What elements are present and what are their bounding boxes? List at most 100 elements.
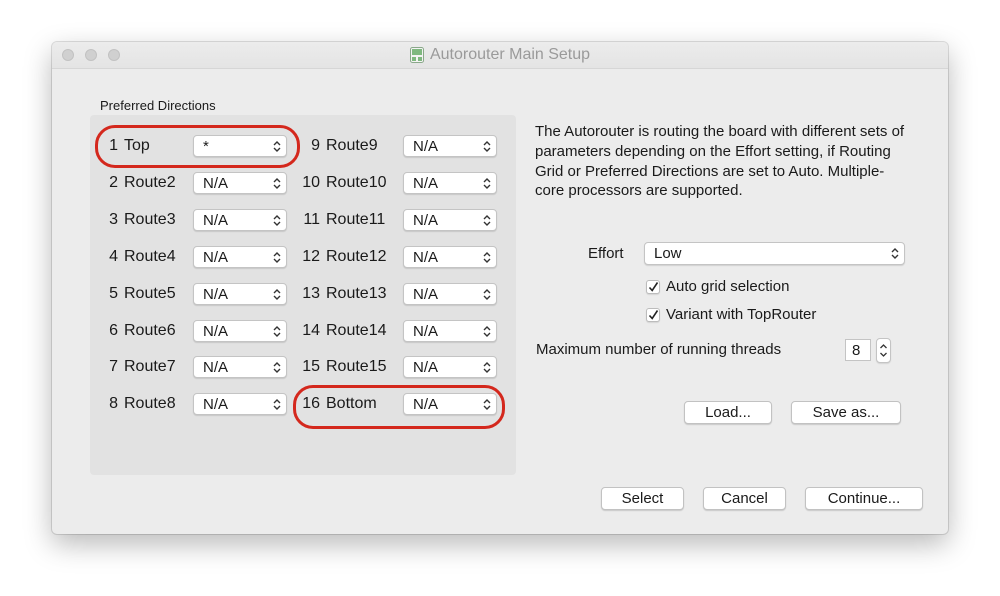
layer-name: Route12 <box>326 248 387 265</box>
layer-name: Route9 <box>326 137 378 154</box>
layer-row: 8 Route8 <box>106 392 176 416</box>
updown-chevron-icon <box>483 362 491 373</box>
autorouter-setup-dialog: Autorouter Main Setup Preferred Directio… <box>52 42 948 534</box>
layer-name: Route7 <box>124 358 176 375</box>
updown-chevron-icon <box>273 141 281 152</box>
effort-select[interactable]: Low <box>644 242 905 265</box>
direction-select-route9[interactable]: N/A <box>403 135 497 157</box>
direction-select-top[interactable]: * <box>193 135 287 157</box>
select-value: N/A <box>413 358 439 376</box>
layer-name: Top <box>124 137 150 154</box>
layer-name: Route8 <box>124 395 176 412</box>
direction-select-route3[interactable]: N/A <box>193 209 287 231</box>
layer-row: 16 Bottom <box>299 392 377 416</box>
auto-grid-checkbox[interactable] <box>646 280 660 294</box>
select-value: N/A <box>203 358 229 376</box>
layer-row: 6 Route6 <box>106 319 176 343</box>
direction-select-route8[interactable]: N/A <box>193 393 287 415</box>
layer-number: 1 <box>109 137 118 154</box>
direction-select-route12[interactable]: N/A <box>403 246 497 268</box>
threads-label: Maximum number of running threads <box>536 341 782 358</box>
layer-name: Route14 <box>326 322 387 339</box>
layer-row: 1 Top <box>106 134 150 158</box>
auto-grid-label[interactable]: Auto grid selection <box>666 278 789 295</box>
layer-row: 13 Route13 <box>299 282 387 306</box>
updown-chevron-icon <box>273 399 281 410</box>
layer-row: 15 Route15 <box>299 355 387 379</box>
select-value: N/A <box>413 285 439 303</box>
select-value: N/A <box>413 174 439 192</box>
autorouter-description: The Autorouter is routing the board with… <box>535 123 905 200</box>
layer-row: 7 Route7 <box>106 355 176 379</box>
layer-number: 2 <box>109 174 118 191</box>
layer-name: Route3 <box>124 211 176 228</box>
layer-name: Route10 <box>326 174 387 191</box>
layer-row: 9 Route9 <box>299 134 378 158</box>
app-icon <box>409 47 424 63</box>
updown-chevron-icon <box>273 362 281 373</box>
layer-number: 9 <box>311 137 320 154</box>
direction-select-route5[interactable]: N/A <box>193 283 287 305</box>
select-value: N/A <box>413 322 439 340</box>
direction-select-route7[interactable]: N/A <box>193 356 287 378</box>
direction-select-route13[interactable]: N/A <box>403 283 497 305</box>
layer-number: 10 <box>302 174 320 191</box>
continue-button[interactable]: Continue... <box>805 487 923 510</box>
layer-name: Bottom <box>326 395 377 412</box>
direction-select-route11[interactable]: N/A <box>403 209 497 231</box>
layer-row: 12 Route12 <box>299 245 387 269</box>
updown-chevron-icon <box>273 215 281 226</box>
direction-select-route4[interactable]: N/A <box>193 246 287 268</box>
layer-number: 16 <box>302 395 320 412</box>
select-value: N/A <box>413 248 439 266</box>
layer-row: 4 Route4 <box>106 245 176 269</box>
variant-toprouter-label[interactable]: Variant with TopRouter <box>666 306 816 323</box>
updown-chevron-icon <box>273 326 281 337</box>
layer-name: Route5 <box>124 285 176 302</box>
select-value: N/A <box>203 174 229 192</box>
layer-number: 3 <box>109 211 118 228</box>
direction-select-route6[interactable]: N/A <box>193 320 287 342</box>
select-value: * <box>203 137 209 155</box>
layer-row: 3 Route3 <box>106 208 176 232</box>
direction-select-route10[interactable]: N/A <box>403 172 497 194</box>
threads-field[interactable]: 8 <box>845 339 871 361</box>
direction-select-route14[interactable]: N/A <box>403 320 497 342</box>
layer-number: 7 <box>109 358 118 375</box>
updown-chevron-icon <box>483 289 491 300</box>
updown-chevron-icon <box>273 252 281 263</box>
save-as-button[interactable]: Save as... <box>791 401 901 424</box>
updown-chevron-icon <box>891 248 899 259</box>
threads-stepper[interactable] <box>876 338 891 363</box>
layer-number: 8 <box>109 395 118 412</box>
updown-chevron-icon <box>483 178 491 189</box>
layer-name: Route4 <box>124 248 176 265</box>
variant-toprouter-checkbox[interactable] <box>646 308 660 322</box>
updown-chevron-icon <box>483 399 491 410</box>
select-button[interactable]: Select <box>601 487 684 510</box>
layer-name: Route15 <box>326 358 387 375</box>
updown-chevron-icon <box>483 326 491 337</box>
direction-select-route2[interactable]: N/A <box>193 172 287 194</box>
cancel-button[interactable]: Cancel <box>703 487 786 510</box>
select-value: N/A <box>203 285 229 303</box>
direction-select-bottom[interactable]: N/A <box>403 393 497 415</box>
title-bar: Autorouter Main Setup <box>52 42 948 69</box>
direction-select-route15[interactable]: N/A <box>403 356 497 378</box>
layer-row: 5 Route5 <box>106 282 176 306</box>
layer-number: 5 <box>109 285 118 302</box>
updown-chevron-icon <box>483 252 491 263</box>
layer-number: 12 <box>302 248 320 265</box>
layer-name: Route2 <box>124 174 176 191</box>
layer-number: 13 <box>302 285 320 302</box>
layer-name: Route11 <box>326 211 386 228</box>
layer-number: 15 <box>302 358 320 375</box>
layer-number: 14 <box>302 322 320 339</box>
layer-name: Route6 <box>124 322 176 339</box>
load-button[interactable]: Load... <box>684 401 772 424</box>
layer-row: 2 Route2 <box>106 171 176 195</box>
layer-number: 11 <box>303 211 320 228</box>
select-value: N/A <box>413 395 439 413</box>
layer-row: 10 Route10 <box>299 171 387 195</box>
layer-name: Route13 <box>326 285 387 302</box>
